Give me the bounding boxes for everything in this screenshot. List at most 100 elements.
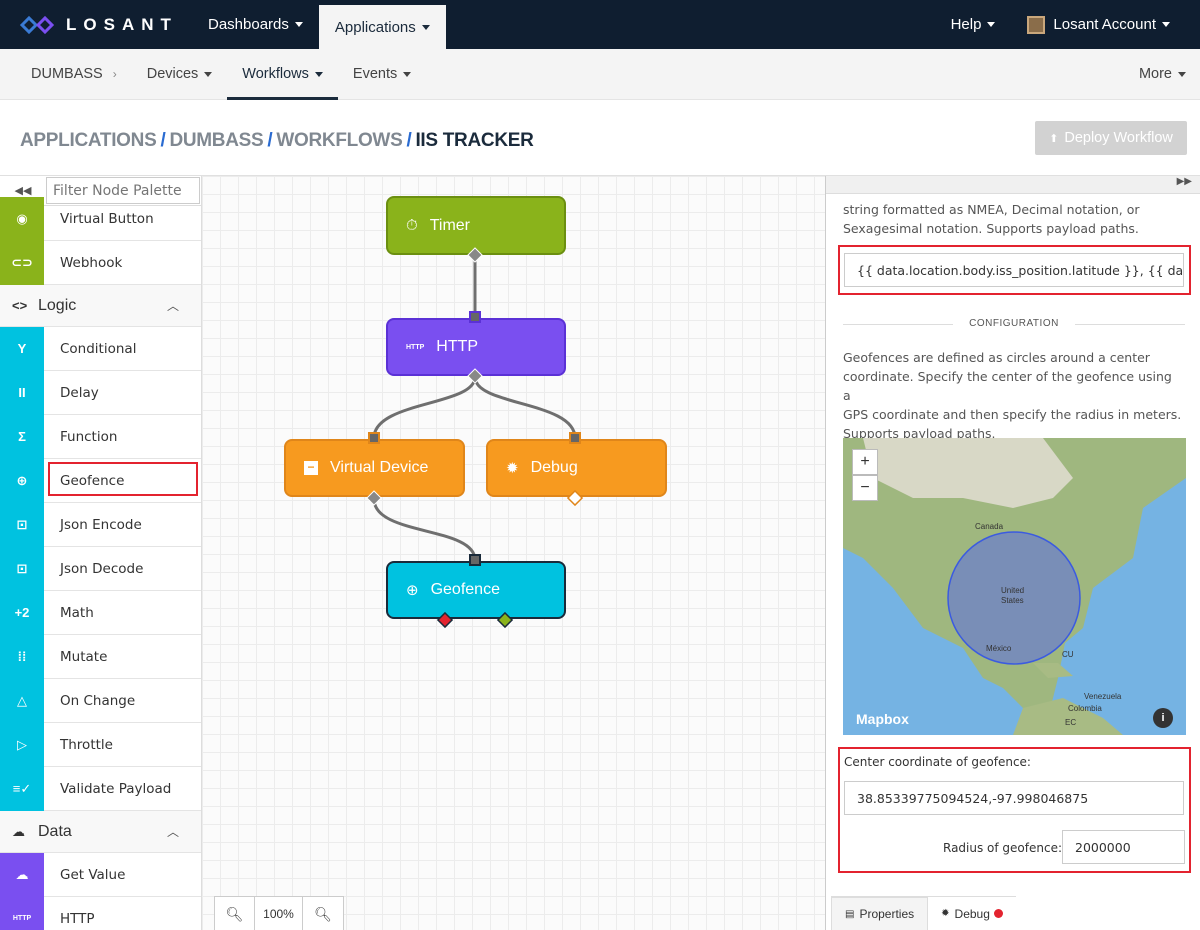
- brand-name: LOSANT: [66, 14, 178, 34]
- map-zoom-in-button[interactable]: +: [852, 449, 878, 475]
- subnav-more[interactable]: More: [1124, 49, 1200, 100]
- breadcrumb-separator: /: [160, 130, 166, 151]
- document-icon: ▤: [845, 908, 855, 920]
- subnav-app[interactable]: DUMBASS ›: [0, 49, 132, 100]
- virtual-button-icon: ◉: [0, 196, 44, 241]
- top-nav: LOSANT Dashboards Applications Help Losa…: [0, 0, 1200, 49]
- breadcrumb-separator: /: [267, 130, 273, 151]
- map-label-ecuador: EC: [1065, 718, 1077, 727]
- mutate-icon: ⁞⁞: [0, 634, 44, 679]
- sub-nav: DUMBASS › Devices Workflows Events More: [0, 49, 1200, 100]
- location-description: string formatted as NMEA, Decimal notati…: [843, 200, 1183, 238]
- debug-alert-icon: [993, 909, 1003, 918]
- tab-label: Debug: [954, 906, 990, 921]
- palette-category-label: Data: [38, 822, 72, 840]
- zoom-level[interactable]: 100%: [255, 897, 303, 930]
- breadcrumb-app[interactable]: DUMBASS: [169, 130, 263, 151]
- cloud-download-icon: ☁: [12, 823, 25, 839]
- subnav-devices[interactable]: Devices: [132, 49, 228, 100]
- avatar: [1027, 15, 1046, 34]
- deploy-workflow-button[interactable]: ⬆ Deploy Workflow: [1035, 121, 1187, 155]
- page-title: IIS TRACKER: [415, 130, 534, 151]
- map-label-canada: Canada: [975, 522, 1004, 531]
- palette-item-label: Mutate: [60, 648, 108, 665]
- subnav-more-label: More: [1138, 66, 1172, 82]
- caret-down-icon: [294, 22, 303, 27]
- map-label-mexico: México: [986, 644, 1012, 653]
- zoom-out-icon[interactable]: 🔍︎: [215, 897, 255, 930]
- http-icon: HTTP: [0, 896, 44, 930]
- palette-item-math[interactable]: +2 Math: [0, 590, 201, 635]
- breadcrumb-workflows[interactable]: WORKFLOWS: [276, 130, 402, 151]
- palette-item-delay[interactable]: II Delay: [0, 370, 201, 415]
- chevron-up-icon: ︿: [166, 299, 179, 313]
- workflow-canvas[interactable]: ⏱ Timer HTTP HTTP − Virtual Device ✹ Debug ⊕…: [202, 176, 825, 930]
- tab-debug[interactable]: ✹ Debug: [928, 897, 1016, 930]
- upload-icon: ⬆: [1049, 132, 1059, 145]
- palette-item-webhook[interactable]: ⊂⊃ Webhook: [0, 240, 201, 285]
- subnav-events-label: Events: [352, 66, 398, 82]
- subnav-events[interactable]: Events: [338, 49, 426, 100]
- panel-tabs: ▤ Properties ✹ Debug: [831, 896, 1016, 930]
- throttle-icon: ▷: [0, 722, 44, 767]
- palette-item-on-change[interactable]: △ On Change: [0, 678, 201, 723]
- nav-dashboards[interactable]: Dashboards: [192, 0, 319, 49]
- radius-input[interactable]: 2000000: [1062, 830, 1185, 864]
- center-coordinate-label: Center coordinate of geofence:: [844, 755, 1031, 769]
- zoom-controls: 🔍︎ 100% 🔍︎: [214, 896, 344, 930]
- chevron-up-icon: ︿: [166, 825, 179, 839]
- geofence-description: Geofences are defined as circles around …: [843, 348, 1183, 443]
- json-encode-icon: ⊡: [0, 502, 44, 547]
- description-line: GPS coordinate and then specify the radi…: [843, 407, 1182, 422]
- palette-item-json-decode[interactable]: ⊡ Json Decode: [0, 546, 201, 591]
- node-ports: [366, 247, 584, 629]
- info-icon[interactable]: i: [1153, 708, 1173, 728]
- location-input[interactable]: {{ data.location.body.iss_position.latit…: [844, 253, 1184, 287]
- map-label-cuba: CU: [1062, 650, 1074, 659]
- sigma-icon: Σ: [0, 414, 44, 459]
- subnav-workflows[interactable]: Workflows: [227, 49, 338, 100]
- palette-category-logic[interactable]: <> Logic ︿: [0, 285, 201, 327]
- palette-item-virtual-button[interactable]: ◉ Virtual Button: [0, 196, 201, 241]
- palette-item-mutate[interactable]: ⁞⁞ Mutate: [0, 634, 201, 679]
- palette-item-http[interactable]: HTTP HTTP: [0, 896, 201, 930]
- palette-item-get-value[interactable]: ☁ Get Value: [0, 852, 201, 897]
- caret-down-icon: [1178, 71, 1186, 77]
- mapbox-logo: Mapbox: [856, 711, 909, 727]
- caret-down-icon: [1162, 22, 1170, 27]
- palette-item-label: Webhook: [60, 254, 123, 271]
- palette-item-label: Conditional: [60, 340, 137, 357]
- palette-category-data[interactable]: ☁ Data ︿: [0, 811, 201, 853]
- caret-down-icon: [204, 71, 213, 77]
- map-label-venezuela: Venezuela: [1084, 692, 1122, 701]
- caret-down-icon: [314, 71, 323, 77]
- palette-item-label: HTTP: [60, 910, 95, 927]
- palette-item-validate-payload[interactable]: ≡✓ Validate Payload: [0, 766, 201, 811]
- nav-applications[interactable]: Applications: [318, 5, 446, 49]
- deploy-workflow-label: Deploy Workflow: [1064, 130, 1173, 146]
- palette-item-function[interactable]: Σ Function: [0, 414, 201, 459]
- losant-logo[interactable]: LOSANT: [0, 14, 192, 36]
- get-value-icon: ☁: [0, 852, 44, 897]
- crosshair-icon: ⊕: [0, 458, 44, 503]
- palette-item-json-encode[interactable]: ⊡ Json Encode: [0, 502, 201, 547]
- breadcrumb-applications[interactable]: APPLICATIONS: [20, 130, 157, 151]
- palette-item-geofence[interactable]: ⊕ Geofence: [0, 458, 201, 503]
- nav-applications-label: Applications: [334, 18, 416, 36]
- center-coordinate-input[interactable]: 38.85339775094524,-97.998046875: [844, 781, 1184, 815]
- pause-icon: II: [0, 370, 44, 415]
- zoom-in-icon[interactable]: 🔍︎: [303, 897, 343, 930]
- nav-account[interactable]: Losant Account: [1011, 0, 1200, 49]
- expand-panel-icon[interactable]: ▶▶: [826, 176, 1200, 194]
- description-line: string formatted as NMEA, Decimal notati…: [843, 202, 1140, 217]
- json-decode-icon: ⊡: [0, 546, 44, 591]
- caret-down-icon: [987, 22, 996, 27]
- palette-item-conditional[interactable]: Y Conditional: [0, 326, 201, 371]
- map-zoom-out-button[interactable]: −: [852, 475, 878, 501]
- palette-item-throttle[interactable]: ▷ Throttle: [0, 722, 201, 767]
- caret-down-icon: [403, 71, 412, 77]
- bug-icon: ✹: [941, 908, 950, 919]
- tab-properties[interactable]: ▤ Properties: [831, 897, 929, 930]
- nav-help[interactable]: Help: [935, 0, 1012, 49]
- geofence-map[interactable]: + − Canada United States México CU Venez…: [843, 438, 1186, 735]
